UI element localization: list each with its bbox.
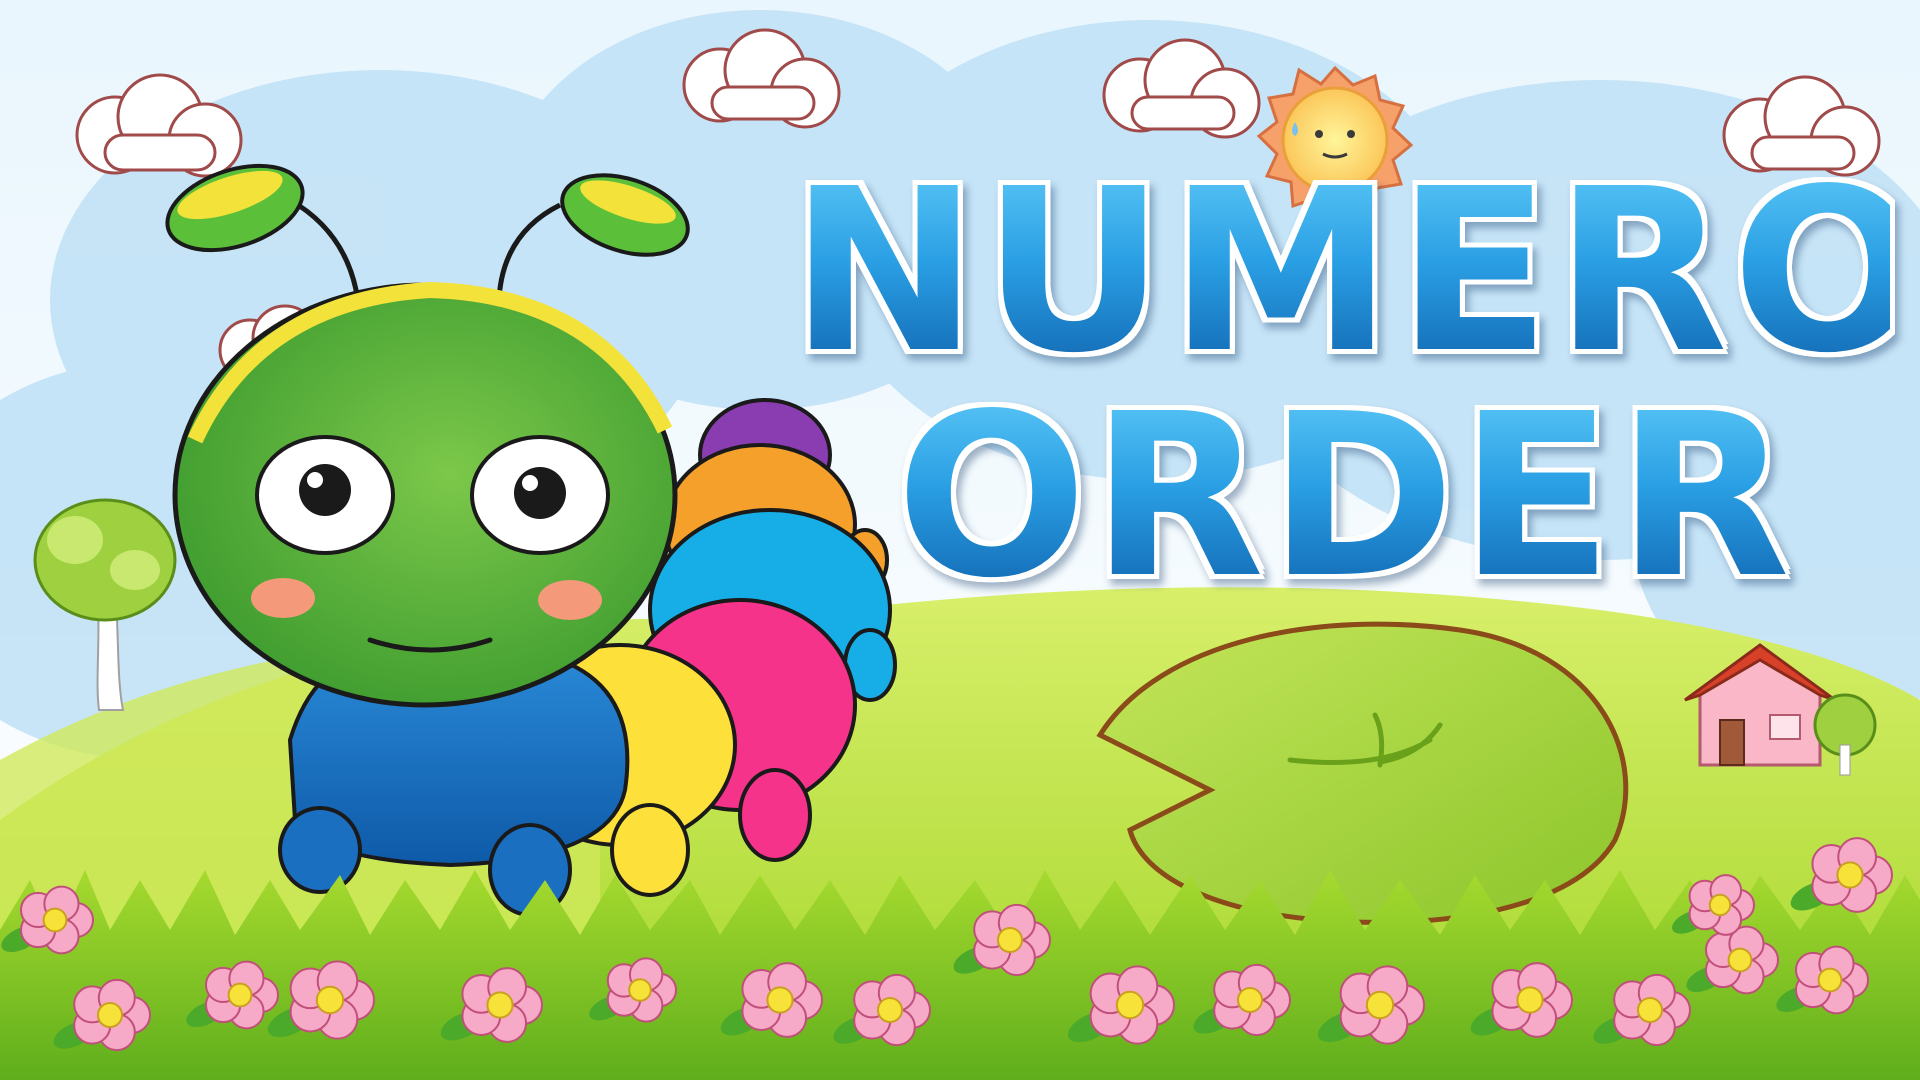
game-title-scene [0, 0, 1920, 1080]
lily-pad[interactable] [1096, 621, 1629, 925]
